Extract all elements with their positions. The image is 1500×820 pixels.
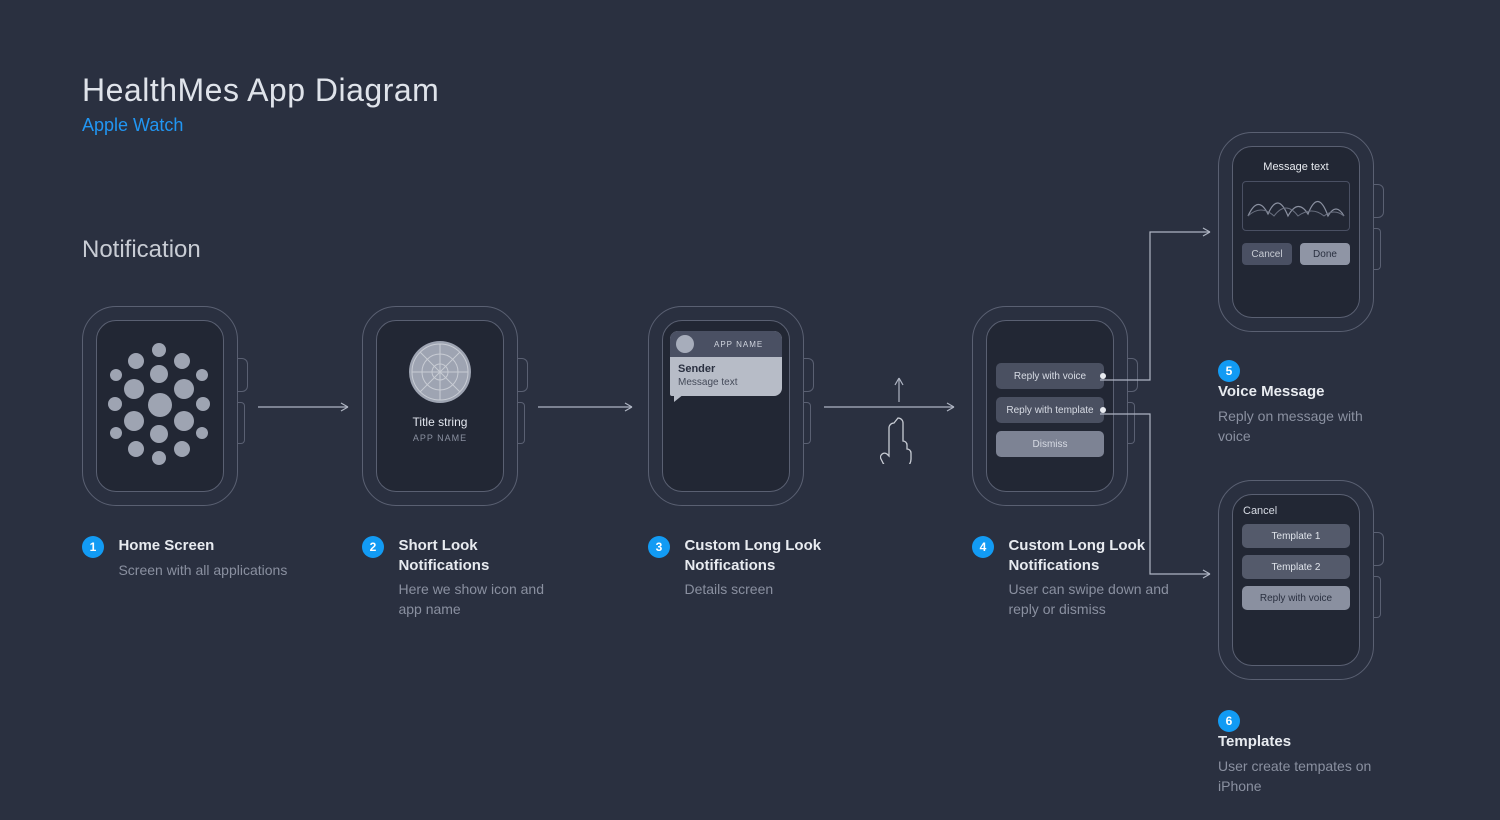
step-title: Custom Long Look Notifications bbox=[684, 536, 854, 575]
step-title: Templates bbox=[1218, 732, 1388, 752]
button-label: Dismiss bbox=[1033, 439, 1068, 450]
page-subtitle: Apple Watch bbox=[82, 115, 439, 136]
watch-home bbox=[82, 306, 250, 506]
watch-templates: Cancel Template 1 Template 2 Reply with … bbox=[1218, 480, 1386, 680]
notification-title: Title string bbox=[413, 415, 468, 429]
step-number: 2 bbox=[362, 536, 384, 558]
reply-template-button[interactable]: Reply with template bbox=[996, 397, 1104, 423]
cancel-button[interactable]: Cancel bbox=[1242, 243, 1292, 265]
caption-short-look: 2 Short Look Notifications Here we show … bbox=[362, 536, 572, 620]
caption-templates: 6 Templates User create tempates on iPho… bbox=[1218, 710, 1418, 796]
screen-actions: Reply with voice Reply with template Dis… bbox=[986, 320, 1114, 492]
screen-home bbox=[96, 320, 224, 492]
cancel-button[interactable]: Cancel bbox=[1243, 505, 1277, 517]
watch-long-look: APP NAME Sender Message text bbox=[648, 306, 816, 506]
dismiss-button[interactable]: Dismiss bbox=[996, 431, 1104, 457]
sender-label: Sender bbox=[678, 363, 774, 375]
screen-templates: Cancel Template 1 Template 2 Reply with … bbox=[1232, 494, 1360, 666]
arrow-icon bbox=[536, 400, 640, 414]
header: HealthMes App Diagram Apple Watch bbox=[82, 72, 439, 136]
step-desc: User create tempates on iPhone bbox=[1218, 756, 1388, 797]
step-desc: Here we show icon and app name bbox=[398, 579, 568, 620]
app-name-label: APP NAME bbox=[413, 433, 467, 443]
app-name-label: APP NAME bbox=[714, 340, 763, 349]
screen-long-look: APP NAME Sender Message text bbox=[662, 320, 790, 492]
step-number: 6 bbox=[1218, 710, 1240, 732]
message-text: Message text bbox=[678, 377, 774, 388]
button-label: Reply with voice bbox=[1014, 371, 1086, 382]
template-1-button[interactable]: Template 1 bbox=[1242, 524, 1350, 548]
swipe-arrow-icon bbox=[892, 374, 906, 404]
caption-long-look: 3 Custom Long Look Notifications Details… bbox=[648, 536, 858, 599]
branch-arrow-icon bbox=[1098, 412, 1218, 582]
reply-voice-button[interactable]: Reply with voice bbox=[1242, 586, 1350, 610]
notification-card: APP NAME Sender Message text bbox=[670, 331, 782, 396]
message-text: Message text bbox=[1263, 161, 1328, 173]
step-desc: Reply on message with voice bbox=[1218, 406, 1388, 447]
step-desc: Screen with all applications bbox=[118, 560, 288, 580]
page-title: HealthMes App Diagram bbox=[82, 72, 439, 109]
app-avatar-icon bbox=[676, 335, 694, 353]
button-label: Reply with template bbox=[1006, 405, 1093, 416]
step-number: 4 bbox=[972, 536, 994, 558]
caption-voice: 5 Voice Message Reply on message with vo… bbox=[1218, 360, 1418, 446]
app-icon bbox=[409, 341, 471, 403]
screen-short-look: Title string APP NAME bbox=[376, 320, 504, 492]
section-heading: Notification bbox=[82, 236, 201, 264]
step-number: 3 bbox=[648, 536, 670, 558]
screen-voice: Message text Cancel Done bbox=[1232, 146, 1360, 318]
arrow-icon bbox=[256, 400, 356, 414]
step-number: 1 bbox=[82, 536, 104, 558]
app-grid-icon bbox=[96, 321, 224, 491]
caption-home: 1 Home Screen Screen with all applicatio… bbox=[82, 536, 292, 580]
step-desc: Details screen bbox=[684, 579, 854, 599]
wave-svg bbox=[1246, 186, 1346, 226]
done-button[interactable]: Done bbox=[1300, 243, 1350, 265]
step-number: 5 bbox=[1218, 360, 1240, 382]
step-title: Home Screen bbox=[118, 536, 288, 556]
branch-arrow-icon bbox=[1098, 224, 1218, 384]
template-2-button[interactable]: Template 2 bbox=[1242, 555, 1350, 579]
finger-icon bbox=[880, 414, 916, 464]
watch-short-look: Title string APP NAME bbox=[362, 306, 530, 506]
reply-voice-button[interactable]: Reply with voice bbox=[996, 363, 1104, 389]
radar-icon bbox=[409, 341, 471, 403]
step-title: Short Look Notifications bbox=[398, 536, 568, 575]
step-desc: User can swipe down and reply or dismiss bbox=[1008, 579, 1178, 620]
step-title: Voice Message bbox=[1218, 382, 1388, 402]
waveform-icon bbox=[1242, 181, 1350, 231]
watch-voice: Message text Cancel Done bbox=[1218, 132, 1386, 332]
